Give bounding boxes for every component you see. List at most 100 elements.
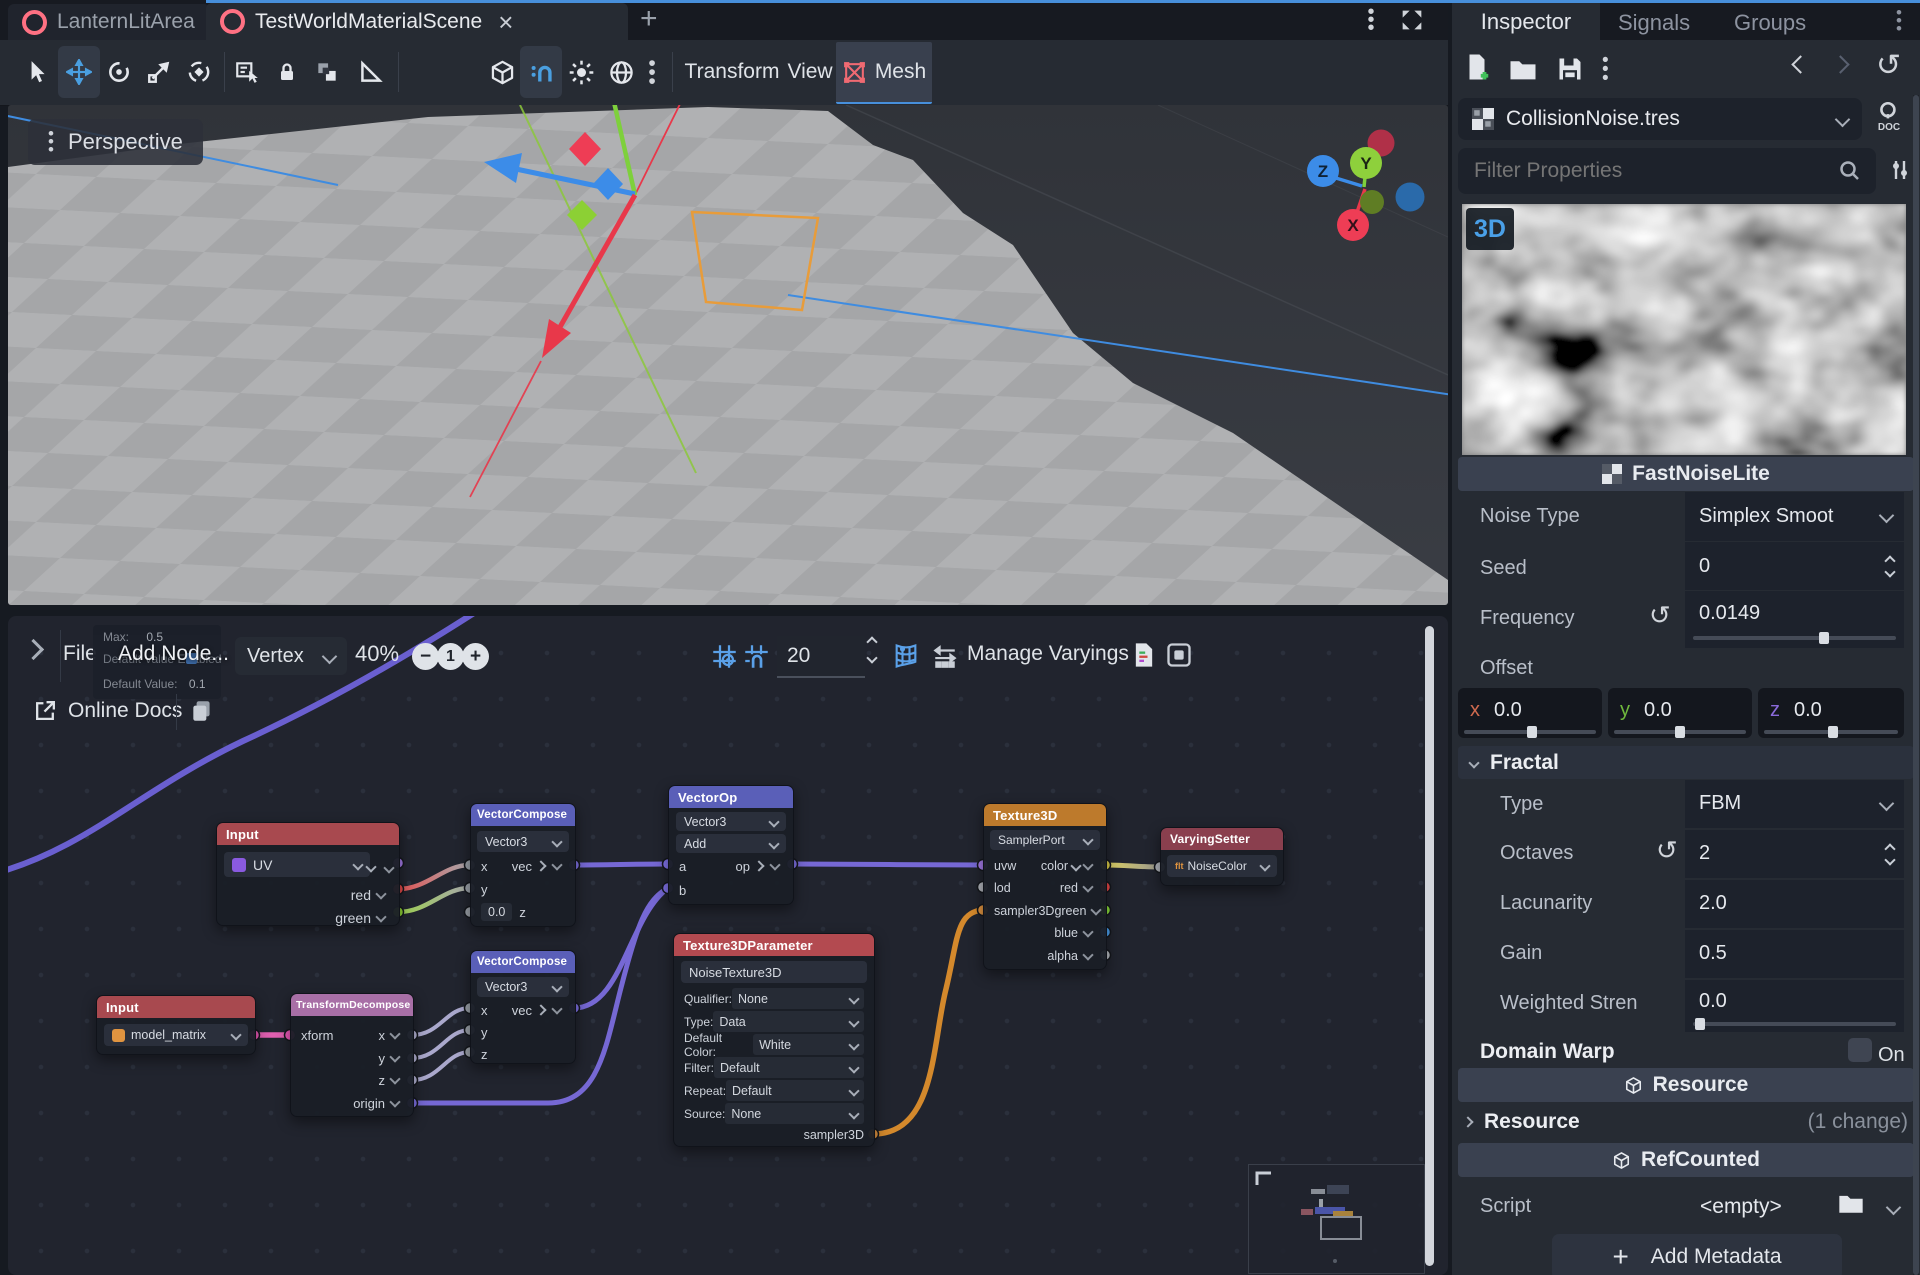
graph-scrollbar[interactable] (1425, 626, 1434, 1266)
property-value-seed[interactable]: 0 (1685, 542, 1904, 590)
offset-z-field[interactable]: z 0.0 (1758, 688, 1904, 738)
perspective-menu[interactable]: ••• Perspective (28, 119, 203, 165)
class-header-bar[interactable]: FastNoiseLite (1458, 457, 1914, 491)
preview-environment-button[interactable] (606, 46, 636, 98)
dock-menu-icon[interactable]: ••• (1896, 9, 1902, 33)
offset-y-field[interactable]: y 0.0 (1608, 688, 1752, 738)
node-vector-compose-1[interactable]: VectorCompose Vector3 x vec y 0.0 z (470, 803, 576, 927)
refcounted-category-bar[interactable]: RefCounted (1458, 1143, 1914, 1177)
preview-3d-badge[interactable]: 3D (1466, 208, 1514, 250)
preview-shader-button[interactable] (892, 642, 920, 670)
transform-menu[interactable]: Transform (687, 46, 777, 98)
zoom-in-button[interactable]: + (462, 643, 489, 670)
shader-mode-dropdown[interactable]: Vertex (235, 637, 347, 675)
viewport-options-menu[interactable]: ••• (644, 46, 660, 98)
param-dropdown[interactable]: None (725, 1103, 864, 1124)
snap-step-field[interactable]: 20 (777, 636, 865, 678)
script-options-chevron[interactable] (1888, 1200, 1899, 1218)
domain-warp-checkbox[interactable] (1848, 1038, 1872, 1062)
transform-tool-button[interactable] (184, 46, 214, 98)
tab-groups[interactable]: Groups (1734, 10, 1806, 36)
snap-step-spinner[interactable] (868, 638, 876, 662)
online-docs-button[interactable]: Online Docs (33, 698, 182, 723)
node-texture3d-parameter[interactable]: Texture3DParameter NoiseTexture3D Qualif… (673, 933, 875, 1147)
expand-viewport-icon[interactable] (1398, 6, 1426, 34)
scale-tool-button[interactable] (144, 46, 174, 98)
property-tools-button[interactable] (1888, 158, 1912, 182)
tab-signals[interactable]: Signals (1618, 10, 1690, 36)
snap-toggle-graph-button[interactable] (743, 643, 770, 670)
frequency-slider[interactable] (1693, 636, 1896, 640)
node-input-model-matrix[interactable]: Input model_matrix (96, 995, 256, 1055)
type-dropdown[interactable]: Vector3 (477, 831, 569, 852)
filter-properties-box[interactable] (1458, 148, 1876, 194)
viewport-menu-icon[interactable]: ••• (1366, 8, 1376, 32)
param-dropdown[interactable]: White (753, 1034, 864, 1055)
node-vector-op[interactable]: VectorOp Vector3 Add a op b (668, 785, 794, 905)
zoom-out-button[interactable]: − (412, 643, 439, 670)
property-value-lacunarity[interactable]: 2.0 (1685, 880, 1904, 928)
ruler-button[interactable] (354, 46, 386, 98)
load-resource-button[interactable] (1508, 55, 1538, 85)
group-button[interactable] (312, 46, 342, 98)
scene-tab-lanternlitarea[interactable]: LanternLitArea (8, 4, 210, 40)
save-resource-button[interactable] (1556, 55, 1584, 83)
param-dropdown[interactable]: Data (713, 1011, 864, 1032)
new-tab-button[interactable]: + (640, 2, 658, 36)
node-texture3d[interactable]: Texture3D SamplerPort uvw color lod red … (983, 803, 1107, 970)
node-vector-compose-2[interactable]: VectorCompose Vector3 x vec y z (470, 950, 576, 1064)
panel-expand-button[interactable] (26, 642, 41, 662)
close-icon[interactable]: × (498, 12, 513, 32)
new-resource-button[interactable] (1462, 52, 1492, 82)
view-menu[interactable]: View (788, 46, 832, 98)
param-dropdown[interactable]: Default (714, 1057, 864, 1078)
history-forward-button[interactable] (1834, 58, 1847, 76)
weighted-strength-slider[interactable] (1693, 1022, 1896, 1026)
resource-section-row[interactable]: Resource (1 change) (1458, 1105, 1914, 1139)
snap-toggle-button[interactable] (520, 46, 562, 98)
list-select-button[interactable] (232, 46, 262, 98)
zoom-reset-button[interactable]: 1 (437, 643, 464, 670)
lock-button[interactable] (272, 46, 302, 98)
offset-x-slider[interactable] (1464, 730, 1596, 734)
property-value-weighted-strength[interactable]: 0.0 (1685, 980, 1904, 1032)
varyings-transform-button[interactable] (932, 644, 958, 670)
offset-x-field[interactable]: x 0.0 (1458, 688, 1602, 738)
select-tool-button[interactable] (22, 46, 52, 98)
op-dropdown[interactable]: Add (676, 834, 786, 853)
type-dropdown[interactable]: Vector3 (676, 812, 786, 831)
inspector-scrollbar[interactable] (1913, 95, 1919, 1275)
viewport-3d[interactable]: Y Z X ••• Perspective (8, 105, 1448, 605)
node-input-uv[interactable]: Input UV red green (216, 822, 400, 926)
parameter-name-field[interactable]: NoiseTexture3D (681, 961, 867, 983)
history-icon[interactable]: ↺ (1876, 48, 1901, 83)
node-transform-decompose[interactable]: TransformDecompose xform x y z origin (290, 993, 414, 1117)
filter-properties-input[interactable] (1472, 158, 1838, 184)
snap-grid-button[interactable] (711, 643, 738, 670)
varying-dropdown[interactable]: flt NoiseColor (1167, 855, 1277, 877)
param-dropdown[interactable]: Default (726, 1080, 864, 1101)
param-dropdown[interactable]: None (732, 988, 864, 1009)
offset-y-slider[interactable] (1614, 730, 1746, 734)
graph-minimap[interactable] (1248, 1164, 1425, 1274)
fractal-section-header[interactable]: Fractal (1458, 746, 1914, 779)
script-value[interactable]: <empty> (1700, 1195, 1782, 1219)
property-value-noise-type[interactable]: Simplex Smoot (1685, 492, 1904, 541)
rotate-tool-button[interactable] (104, 46, 134, 98)
manage-varyings-button[interactable]: Manage Varyings (967, 642, 1129, 666)
uv-input-dropdown[interactable]: UV (224, 852, 370, 877)
move-tool-button[interactable] (58, 46, 100, 98)
file-menu[interactable]: File (63, 642, 97, 666)
spinner-icon[interactable] (1886, 557, 1894, 576)
type-dropdown[interactable]: Vector3 (477, 977, 569, 997)
spinner-icon[interactable] (1886, 845, 1894, 864)
property-value-octaves[interactable]: 2 (1685, 830, 1904, 878)
z-default-field[interactable]: 0.0 (481, 903, 512, 921)
script-load-button[interactable] (1837, 1190, 1865, 1218)
node-varying-setter[interactable]: VaryingSetter flt NoiseColor (1160, 827, 1284, 886)
offset-z-slider[interactable] (1764, 730, 1898, 734)
resource-pill[interactable]: CollisionNoise.tres (1458, 98, 1862, 140)
add-metadata-button[interactable]: + Add Metadata (1552, 1234, 1842, 1275)
preview-sun-button[interactable] (566, 46, 596, 98)
add-node-button[interactable]: Add Node... (118, 642, 229, 666)
